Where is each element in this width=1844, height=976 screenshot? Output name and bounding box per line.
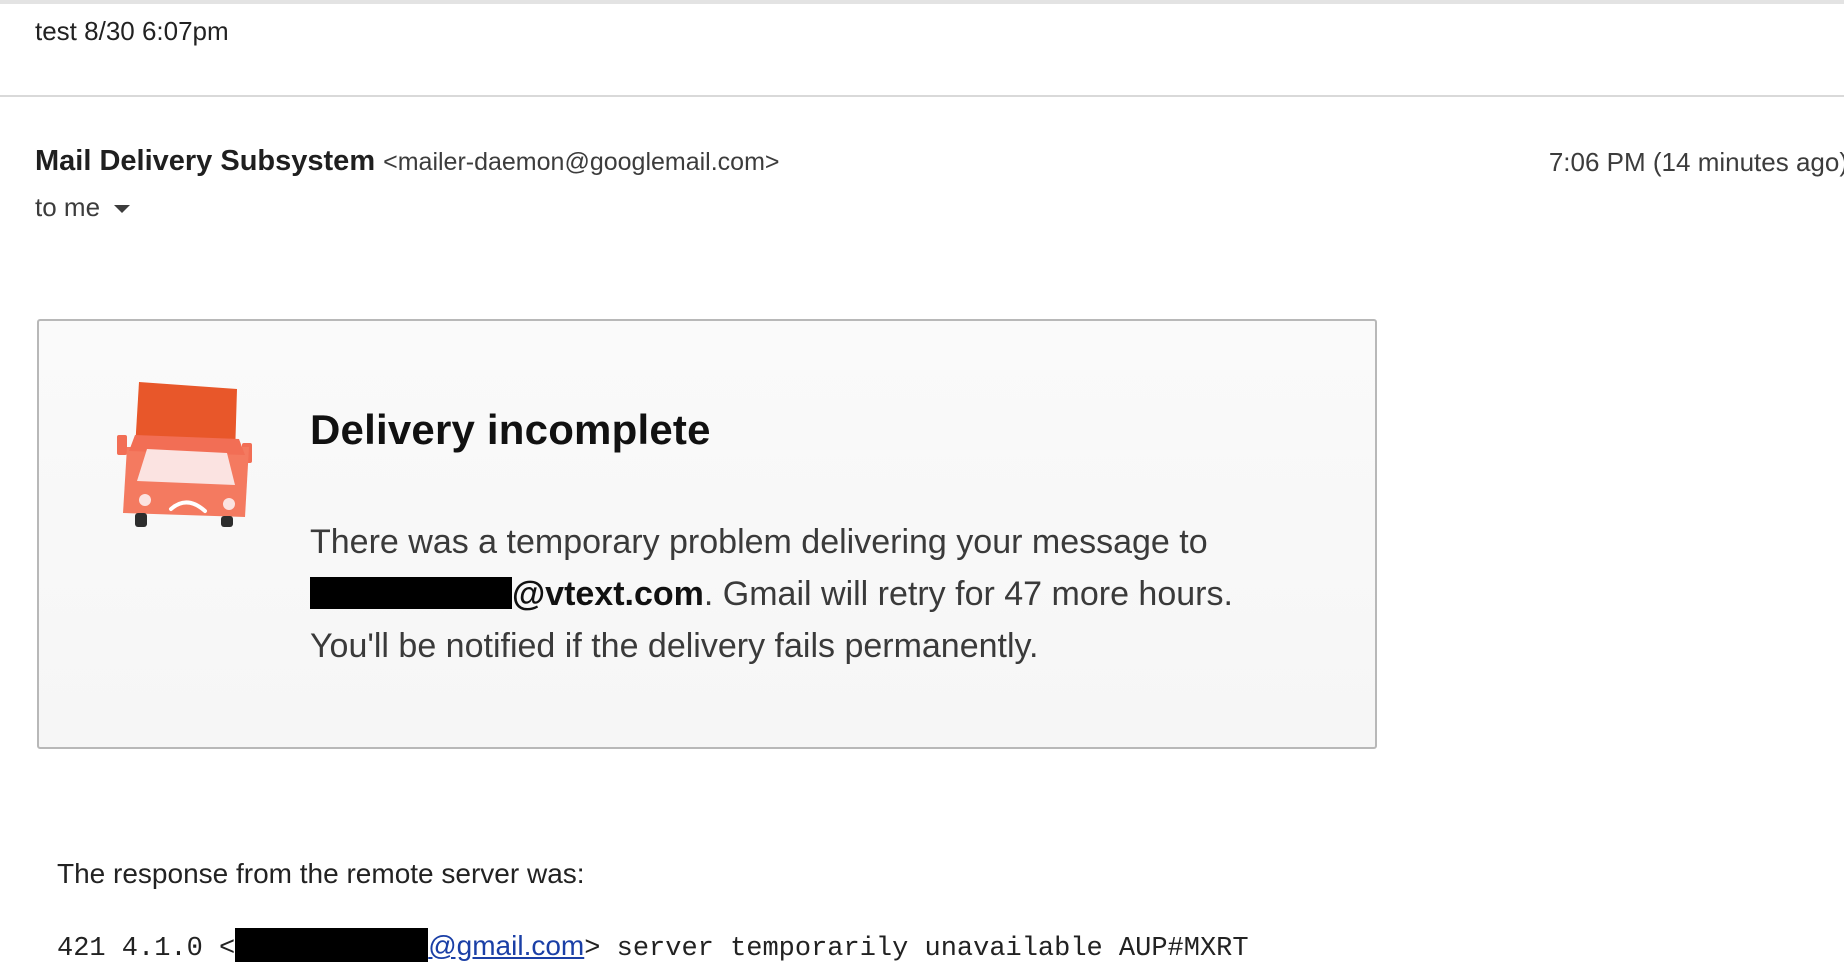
redacted-email-user: [235, 927, 429, 962]
gmail-address-link[interactable]: @gmail.com: [428, 930, 584, 961]
sender-email: <mailer-daemon@googlemail.com>: [383, 148, 780, 176]
top-rule: [0, 0, 1844, 4]
message-header: Mail Delivery Subsystem <mailer-daemon@go…: [35, 145, 1844, 185]
redacted-phone-number: [310, 577, 512, 610]
card-line-1: There was a temporary problem delivering…: [310, 523, 1208, 561]
message-timestamp: 7:06 PM (14 minutes ago): [1548, 147, 1844, 177]
card-title: Delivery incomplete: [310, 406, 711, 453]
email-view: test 8/30 6:07pm Mail Delivery Subsystem…: [0, 0, 1844, 976]
header-divider: [0, 95, 1844, 97]
recipient-label: to me: [35, 192, 101, 222]
recipient-details-toggle[interactable]: to me: [35, 192, 131, 223]
sender-name[interactable]: Mail Delivery Subsystem: [35, 145, 375, 177]
delivery-status-card: Delivery incomplete There was a temporar…: [37, 319, 1377, 749]
recipient-domain: @vtext.com: [512, 575, 704, 613]
server-response: 421 4.1.0 < @gmail.com> server temporaril…: [57, 927, 1249, 964]
response-code-prefix: 421 4.1.0 <: [57, 934, 236, 964]
caret-down-icon[interactable]: [114, 205, 131, 213]
card-line-2-rest: . Gmail will retry for 47 more hours.: [703, 575, 1233, 613]
sad-delivery-truck-icon: [117, 382, 252, 527]
email-subject: test 8/30 6:07pm: [35, 16, 229, 46]
response-label: The response from the remote server was:: [57, 858, 585, 889]
card-line-3: You'll be notified if the delivery fails…: [310, 627, 1039, 665]
response-code-suffix: > server temporarily unavailable AUP#MXR…: [584, 934, 1249, 964]
card-message: There was a temporary problem delivering…: [310, 516, 1340, 672]
